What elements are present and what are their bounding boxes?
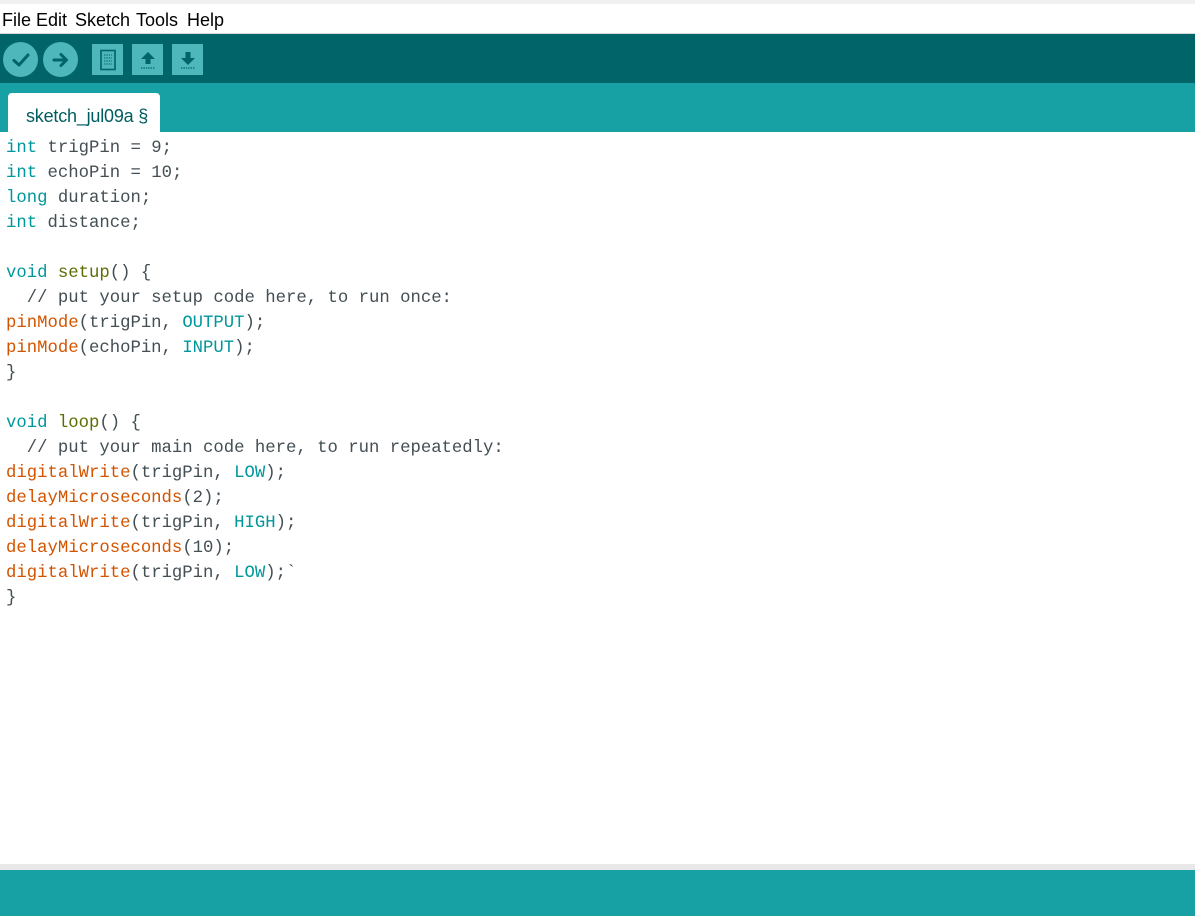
code-token: digitalWrite (6, 564, 131, 583)
code-editor[interactable]: int trigPin = 9; int echoPin = 10; long … (0, 132, 1195, 864)
code-token: loop (57, 414, 100, 433)
menu-bar: File Edit Sketch Tools Help (0, 0, 1195, 34)
code-line: digitalWrite(trigPin, HIGH); (6, 514, 296, 533)
code-token: digitalWrite (6, 464, 131, 483)
code-text: int trigPin = 9; int echoPin = 10; long … (6, 136, 504, 611)
code-token: () { (99, 414, 141, 433)
save-button[interactable] (172, 44, 203, 75)
code-line: void loop() { (6, 414, 141, 433)
code-line: void setup() { (6, 264, 151, 283)
code-line: } (6, 589, 16, 608)
menu-edit[interactable]: Edit (36, 9, 67, 31)
code-token: pinMode (6, 314, 79, 333)
code-line: delayMicroseconds(2); (6, 489, 224, 508)
arrow-right-icon (52, 52, 68, 67)
checkmark-icon (12, 53, 29, 66)
code-token: INPUT (182, 339, 235, 358)
tab-label: sketch_jul09a § (26, 106, 149, 126)
console-panel (0, 870, 1195, 916)
code-token: OUTPUT (182, 314, 245, 333)
code-token: digitalWrite (6, 514, 131, 533)
code-token: (trigPin, (130, 464, 235, 483)
code-token: } (6, 364, 17, 383)
code-line: // put your setup code here, to run once… (6, 289, 452, 308)
code-token: (trigPin, (78, 314, 183, 333)
code-line: digitalWrite(trigPin, LOW);` (6, 564, 296, 583)
code-token: ); (234, 339, 255, 358)
menu-sketch[interactable]: Sketch (75, 9, 130, 31)
verify-button[interactable] (3, 42, 38, 77)
code-token: trigPin = 9; (37, 139, 172, 158)
code-token: void (6, 264, 48, 283)
upload-button[interactable] (43, 42, 78, 77)
code-token: setup (57, 264, 110, 283)
code-token: LOW (234, 564, 266, 583)
code-token: (trigPin, (130, 564, 235, 583)
code-line: int distance; (6, 214, 141, 233)
code-token: // put your setup code here, to run once… (6, 289, 452, 308)
code-token: pinMode (6, 339, 79, 358)
code-token: (echoPin, (78, 339, 183, 358)
code-line: digitalWrite(trigPin, LOW); (6, 464, 286, 483)
code-token: ); (275, 514, 297, 533)
toolbar (0, 34, 1195, 83)
code-token: delayMicroseconds (6, 489, 183, 508)
code-line: long duration; (6, 189, 151, 208)
code-token: int (6, 214, 38, 233)
arrow-down-icon (180, 51, 195, 69)
code-token: echoPin = 10; (37, 164, 183, 183)
menu-file[interactable]: File (2, 9, 31, 31)
code-line: delayMicroseconds(10); (6, 539, 234, 558)
menu-tools[interactable]: Tools (136, 9, 178, 31)
tab-strip: sketch_jul09a § (0, 83, 1195, 132)
code-token: (trigPin, (130, 514, 235, 533)
code-token: distance; (37, 214, 141, 233)
code-line: int echoPin = 10; (6, 164, 182, 183)
code-token: LOW (234, 464, 266, 483)
code-token: void (6, 414, 48, 433)
code-line: } (6, 364, 16, 383)
open-button[interactable] (132, 44, 163, 75)
code-token: ); (244, 314, 266, 333)
code-token: (10); (182, 539, 235, 558)
code-token: delayMicroseconds (6, 539, 183, 558)
code-line: // put your main code here, to run repea… (6, 439, 504, 458)
code-token: );` (265, 564, 297, 583)
new-button[interactable] (92, 44, 123, 75)
code-token: long (6, 189, 48, 208)
title-strip (0, 0, 1195, 4)
code-line: int trigPin = 9; (6, 139, 172, 158)
menu-help[interactable]: Help (187, 9, 224, 31)
code-token: int (6, 139, 38, 158)
code-token: duration; (47, 189, 152, 208)
arrow-up-icon (140, 51, 155, 69)
code-token: // put your main code here, to run repea… (6, 439, 504, 458)
code-token: (2); (182, 489, 224, 508)
code-line: pinMode(echoPin, INPUT); (6, 339, 255, 358)
new-file-icon (99, 49, 116, 70)
code-token: ); (265, 464, 287, 483)
code-line: pinMode(trigPin, OUTPUT); (6, 314, 265, 333)
code-token: int (6, 164, 38, 183)
code-token: } (6, 589, 17, 608)
code-token: () { (109, 264, 152, 283)
tab-sketch[interactable]: sketch_jul09a § (8, 93, 160, 132)
code-token: HIGH (234, 514, 276, 533)
